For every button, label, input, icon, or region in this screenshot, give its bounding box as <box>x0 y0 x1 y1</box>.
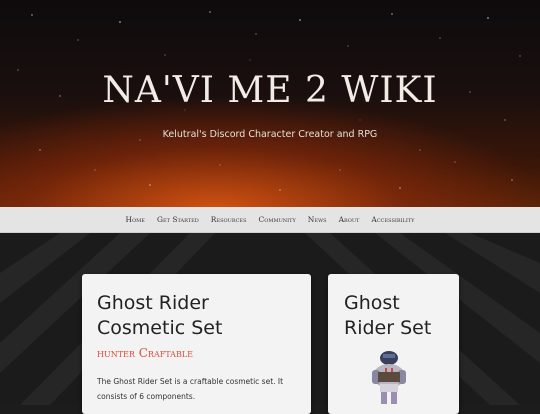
nav-item-get-started[interactable]: Get Started <box>151 215 205 224</box>
site-tagline: Kelutral's Discord Character Creator and… <box>162 129 378 140</box>
article-card: Ghost Rider Cosmetic Set hunter Craftabl… <box>82 274 311 414</box>
infobox-card: Ghost Rider Set <box>328 274 459 414</box>
infobox-title: Ghost Rider Set <box>344 292 432 339</box>
article-description: The Ghost Rider Set is a craftable cosme… <box>97 377 284 401</box>
nav-item-about[interactable]: About <box>333 215 366 224</box>
nav-item-community[interactable]: Community <box>253 215 302 224</box>
craftable-badge: hunter Craftable <box>97 346 193 360</box>
site-title[interactable]: NA'VI ME 2 WIKI <box>0 70 540 111</box>
site-header: NA'VI ME 2 WIKI Kelutral's Discord Chara… <box>0 0 540 207</box>
nav-item-news[interactable]: News <box>302 215 333 224</box>
article-title: Ghost Rider Cosmetic Set <box>97 292 223 339</box>
nav-item-accessibility[interactable]: Accessibility <box>365 215 420 224</box>
main-nav: Home Get Started Resources Community New… <box>0 207 540 233</box>
nav-item-resources[interactable]: Resources <box>205 215 253 224</box>
nav-item-home[interactable]: Home <box>120 215 151 224</box>
ghost-rider-armor-sprite-icon <box>372 351 406 404</box>
